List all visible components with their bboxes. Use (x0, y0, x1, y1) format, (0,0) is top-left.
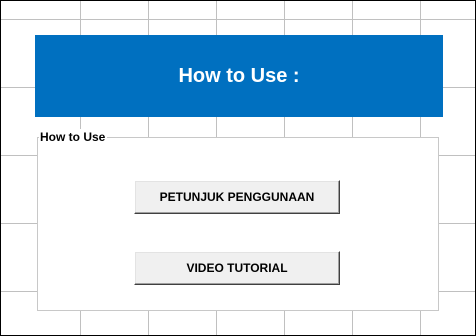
groupbox-label: How to Use (39, 129, 108, 145)
how-to-use-groupbox: How to Use PETUNJUK PENGGUNAAN VIDEO TUT… (37, 129, 439, 311)
header-banner: How to Use : (35, 35, 443, 117)
video-tutorial-button[interactable]: VIDEO TUTORIAL (134, 251, 340, 285)
header-title: How to Use : (178, 64, 300, 87)
app-window: How to Use : How to Use PETUNJUK PENGGUN… (0, 0, 476, 336)
usage-guide-button[interactable]: PETUNJUK PENGGUNAAN (134, 180, 340, 214)
